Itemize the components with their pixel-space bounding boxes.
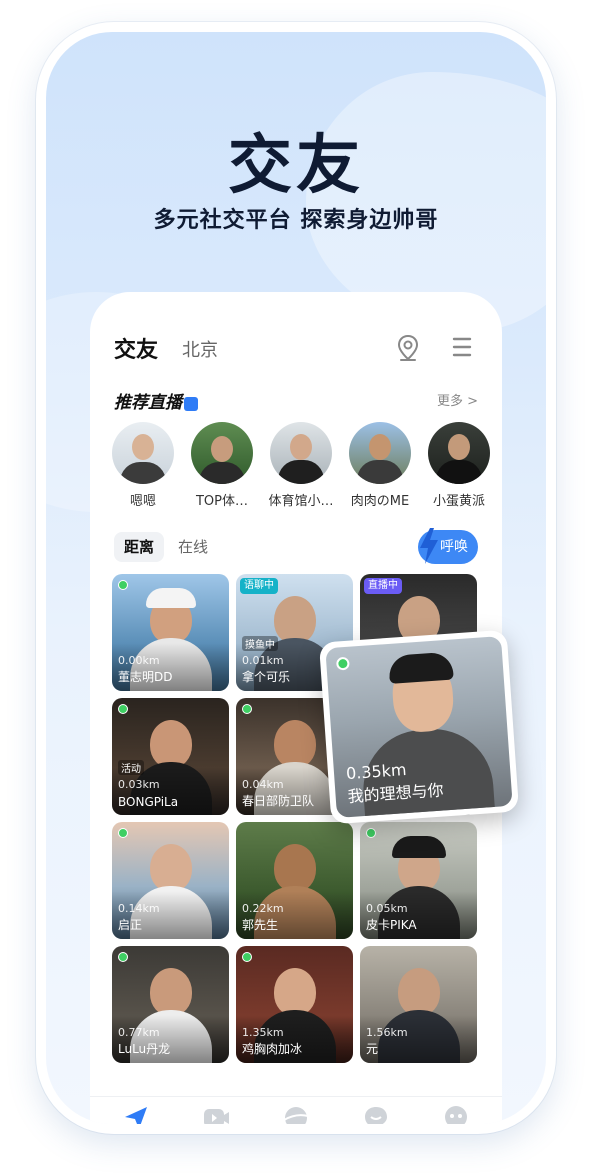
featured-user-card[interactable]: 0.35km 我的理想与你 <box>318 629 520 825</box>
check-icon <box>184 396 198 411</box>
video-icon <box>204 1109 229 1124</box>
status-tag: 活动 <box>118 760 144 775</box>
call-button[interactable]: 呼唤 <box>418 528 478 564</box>
user-card[interactable]: 活动 0.03km BONGPiLa <box>112 698 229 815</box>
user-card[interactable]: 0.00km 董志明DD <box>112 574 229 691</box>
avatar <box>428 422 490 484</box>
live-item-name: 小蛋黄派 <box>432 494 485 509</box>
live-item[interactable]: TOP体… <box>189 422 255 509</box>
live-item[interactable]: 嗯嗯 <box>110 422 176 509</box>
filter-distance[interactable]: 距离 <box>114 532 165 562</box>
user-distance: 0.22km <box>242 902 284 915</box>
status-tag: 摸鱼中 <box>242 636 278 651</box>
filter-row: 距离 在线 呼唤 <box>114 528 478 564</box>
profile-face-icon <box>445 1106 467 1124</box>
location-pin-icon[interactable] <box>396 334 420 362</box>
avatar <box>270 422 332 484</box>
filter-online[interactable]: 在线 <box>178 532 208 562</box>
menu-lines-icon[interactable] <box>450 336 474 358</box>
user-name: 启正 <box>118 918 143 932</box>
online-indicator <box>118 580 128 590</box>
user-distance: 0.03km <box>118 778 160 791</box>
user-name: LuLu丹龙 <box>118 1042 171 1056</box>
user-card[interactable]: 0.05km 皮卡PIKA <box>360 822 477 939</box>
user-card[interactable]: 1.56km 元 <box>360 946 477 1063</box>
user-name: 元 <box>366 1042 379 1056</box>
user-name: BONGPiLa <box>118 795 179 809</box>
hero-subtitle: 多元社交平台 探索身边帅哥 <box>153 208 439 233</box>
tab-profile[interactable]: 我的 <box>426 1103 486 1124</box>
user-distance: 0.04km <box>242 778 284 791</box>
user-distance: 0.14km <box>118 902 160 915</box>
paper-plane-icon <box>125 1107 147 1124</box>
tab-messages[interactable]: 消息 <box>346 1103 406 1124</box>
planet-icon <box>283 1107 309 1124</box>
city-selector[interactable]: 北京 <box>182 336 218 362</box>
live-item-name: TOP体… <box>195 494 248 509</box>
online-indicator <box>118 828 128 838</box>
user-distance: 0.77km <box>118 1026 160 1039</box>
avatar <box>191 422 253 484</box>
user-name: 春日部防卫队 <box>242 794 315 808</box>
live-section-header: 推荐直播 更多 > <box>114 388 478 413</box>
user-distance: 1.35km <box>242 1026 284 1039</box>
user-distance: 0.00km <box>118 654 160 667</box>
top-bar: 交友 北京 <box>114 332 478 366</box>
user-card[interactable]: 1.35km 鸡胸肉加冰 <box>236 946 353 1063</box>
user-name: 郭先生 <box>242 918 279 932</box>
live-item[interactable]: 体育馆小… <box>268 422 334 509</box>
live-more-link[interactable]: 更多 > <box>437 390 478 409</box>
online-indicator <box>335 656 350 671</box>
live-item-name: 嗯嗯 <box>129 494 156 509</box>
lightning-icon <box>420 528 438 564</box>
live-item[interactable]: 小蛋黄派 <box>426 422 492 509</box>
featured-user-photo: 0.35km 我的理想与你 <box>325 636 513 818</box>
live-item-name: 肉肉のME <box>350 494 410 509</box>
live-item[interactable]: 肉肉のME <box>347 422 413 509</box>
tab-live[interactable]: 直播 <box>186 1103 246 1124</box>
live-badge: 直播中 <box>364 578 402 594</box>
user-name: 董志明DD <box>118 670 173 684</box>
online-indicator <box>242 704 252 714</box>
voice-chat-badge: 语聊中 <box>240 578 278 594</box>
avatar <box>349 422 411 484</box>
user-card[interactable]: 0.22km 郭先生 <box>236 822 353 939</box>
tab-discover[interactable]: 发现 <box>266 1103 326 1124</box>
online-indicator <box>118 952 128 962</box>
tab-nearby[interactable]: 身边 <box>106 1103 166 1124</box>
user-name: 鸡胸肉加冰 <box>242 1042 303 1056</box>
call-button-label: 呼唤 <box>440 539 468 555</box>
live-section-title: 推荐直播 <box>114 393 182 413</box>
chat-bubble-icon <box>365 1107 387 1124</box>
app-screen: 交友 多元社交平台 探索身边帅哥 交友 北京 推荐直播 更多 > 嗯嗯 TOP体… <box>46 32 546 1124</box>
user-distance: 0.05km <box>366 902 408 915</box>
online-indicator <box>366 828 376 838</box>
bottom-tab-bar: 身边 直播 发现 <box>90 1096 502 1124</box>
live-avatar-list: 嗯嗯 TOP体… 体育馆小… 肉肉のME 小蛋黄派 <box>110 422 510 512</box>
hero-title: 交友 <box>228 129 364 203</box>
user-card[interactable]: 0.77km LuLu丹龙 <box>112 946 229 1063</box>
user-distance: 0.01km <box>242 654 284 667</box>
user-distance: 1.56km <box>366 1026 408 1039</box>
user-name: 皮卡PIKA <box>366 918 417 932</box>
user-card[interactable]: 0.14km 启正 <box>112 822 229 939</box>
avatar <box>112 422 174 484</box>
online-indicator <box>118 704 128 714</box>
user-name: 拿个可乐 <box>242 670 291 684</box>
online-indicator <box>242 952 252 962</box>
live-item-name: 体育馆小… <box>268 494 334 509</box>
tab-friends[interactable]: 交友 <box>114 332 158 364</box>
